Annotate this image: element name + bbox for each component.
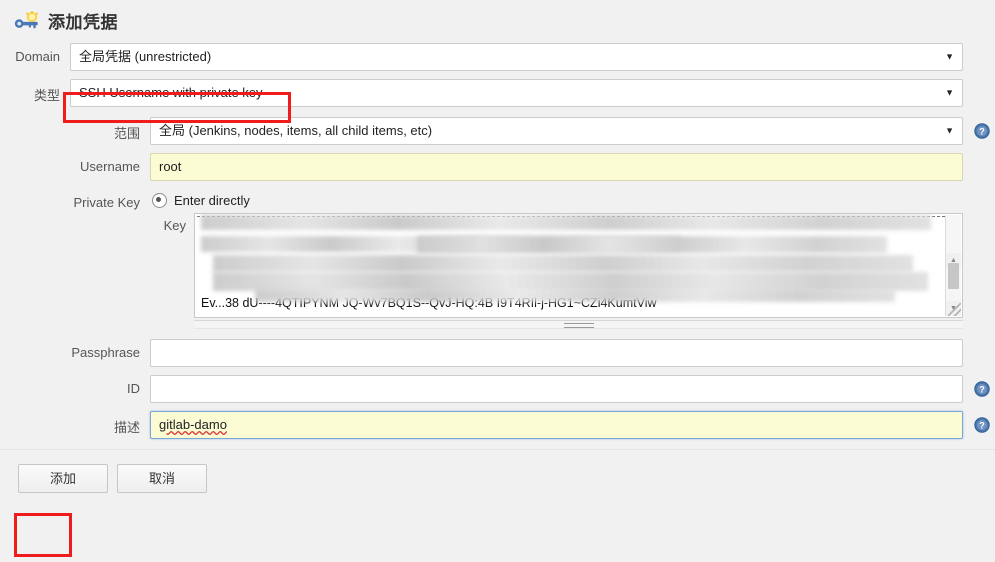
username-value: root bbox=[159, 159, 182, 174]
page-title: 添加凭据 bbox=[48, 13, 118, 32]
help-icon[interactable]: ? bbox=[974, 417, 990, 436]
scope-select-value: 全局 (Jenkins, nodes, items, all child ite… bbox=[159, 123, 433, 138]
redaction-overlay bbox=[201, 215, 931, 230]
scrollbar-thumb[interactable] bbox=[948, 263, 959, 289]
redaction-overlay bbox=[201, 236, 681, 252]
domain-help-slot bbox=[969, 43, 995, 49]
radio-enter-directly-label: Enter directly bbox=[174, 192, 250, 208]
field-row-description: 描述 gitlab-damo ? bbox=[0, 411, 995, 439]
field-row-scope: 范围 全局 (Jenkins, nodes, items, all child … bbox=[0, 117, 995, 145]
id-help-slot: ? bbox=[969, 375, 995, 400]
textarea-scrollbar[interactable]: ▲ ▼ bbox=[945, 215, 961, 316]
field-row-type: 类型 SSH Username with private key ▼ bbox=[0, 79, 995, 107]
radio-enter-directly[interactable] bbox=[152, 192, 167, 208]
field-row-username: Username root bbox=[0, 153, 995, 181]
svg-text:?: ? bbox=[979, 126, 985, 136]
username-input[interactable]: root bbox=[150, 153, 963, 181]
submit-button[interactable]: 添加 bbox=[18, 464, 108, 493]
scope-label: 范围 bbox=[113, 126, 140, 141]
domain-select[interactable]: 全局凭据 (unrestricted) ▼ bbox=[70, 43, 963, 71]
key-field-row: Key Ev...38 dU----4QTIPYNM JQ-Wv7BQ1S--Q… bbox=[150, 213, 963, 329]
passphrase-label: Passphrase bbox=[71, 345, 140, 360]
field-row-id: ID ? bbox=[0, 375, 995, 403]
scope-help-slot: ? bbox=[969, 117, 995, 142]
passphrase-help-slot bbox=[969, 339, 995, 345]
textarea-focus-outline bbox=[197, 216, 960, 218]
description-input[interactable]: gitlab-damo bbox=[150, 411, 963, 439]
resize-grip-icon bbox=[563, 323, 594, 328]
highlight-box-submit-button bbox=[14, 513, 72, 557]
domain-label: Domain bbox=[15, 49, 60, 64]
key-textarea[interactable]: Ev...38 dU----4QTIPYNM JQ-Wv7BQ1S--QvJ-H… bbox=[194, 213, 963, 318]
description-label: 描述 bbox=[113, 420, 140, 435]
chevron-down-icon: ▼ bbox=[945, 51, 954, 62]
id-label: ID bbox=[127, 381, 140, 396]
help-icon[interactable]: ? bbox=[974, 123, 990, 142]
private-key-help-slot bbox=[969, 189, 995, 195]
redaction-overlay bbox=[213, 272, 928, 291]
cancel-button[interactable]: 取消 bbox=[117, 464, 207, 493]
scope-select[interactable]: 全局 (Jenkins, nodes, items, all child ite… bbox=[150, 117, 963, 145]
redaction-overlay bbox=[213, 255, 913, 272]
type-select[interactable]: SSH Username with private key ▼ bbox=[70, 79, 963, 107]
page-header: 添加凭据 bbox=[0, 0, 995, 43]
svg-text:?: ? bbox=[979, 420, 985, 430]
key-line: Ev...38 dU----4QTIPYNM JQ-Wv7BQ1S--QvJ-H… bbox=[201, 296, 657, 310]
private-key-label: Private Key bbox=[73, 195, 140, 210]
chevron-down-icon: ▼ bbox=[945, 87, 954, 98]
field-row-domain: Domain 全局凭据 (unrestricted) ▼ bbox=[0, 43, 995, 71]
id-input[interactable] bbox=[150, 375, 963, 403]
textarea-resize-grip[interactable] bbox=[948, 303, 961, 316]
description-help-slot: ? bbox=[969, 411, 995, 436]
key-label: Key bbox=[163, 218, 186, 233]
type-help-slot bbox=[969, 79, 995, 85]
private-key-source-radio-group: Enter directly bbox=[150, 189, 963, 211]
chevron-down-icon: ▼ bbox=[945, 125, 954, 136]
key-icon bbox=[14, 10, 40, 31]
svg-text:?: ? bbox=[979, 384, 985, 394]
key-textarea-wrapper: Ev...38 dU----4QTIPYNM JQ-Wv7BQ1S--QvJ-H… bbox=[194, 213, 963, 329]
type-label: 类型 bbox=[33, 88, 60, 103]
description-value: gitlab-damo bbox=[159, 417, 227, 432]
domain-select-value: 全局凭据 (unrestricted) bbox=[79, 49, 212, 64]
redaction-overlay bbox=[417, 236, 887, 253]
username-label: Username bbox=[80, 159, 140, 174]
field-row-passphrase: Passphrase bbox=[0, 339, 995, 367]
textarea-resize-bar[interactable] bbox=[194, 320, 963, 329]
username-help-slot bbox=[969, 153, 995, 159]
field-row-private-key: Private Key Enter directly Key Ev...38 d… bbox=[0, 189, 995, 329]
type-select-value: SSH Username with private key bbox=[79, 85, 263, 100]
help-icon[interactable]: ? bbox=[974, 381, 990, 400]
button-bar: 添加 取消 bbox=[0, 450, 995, 493]
passphrase-input[interactable] bbox=[150, 339, 963, 367]
